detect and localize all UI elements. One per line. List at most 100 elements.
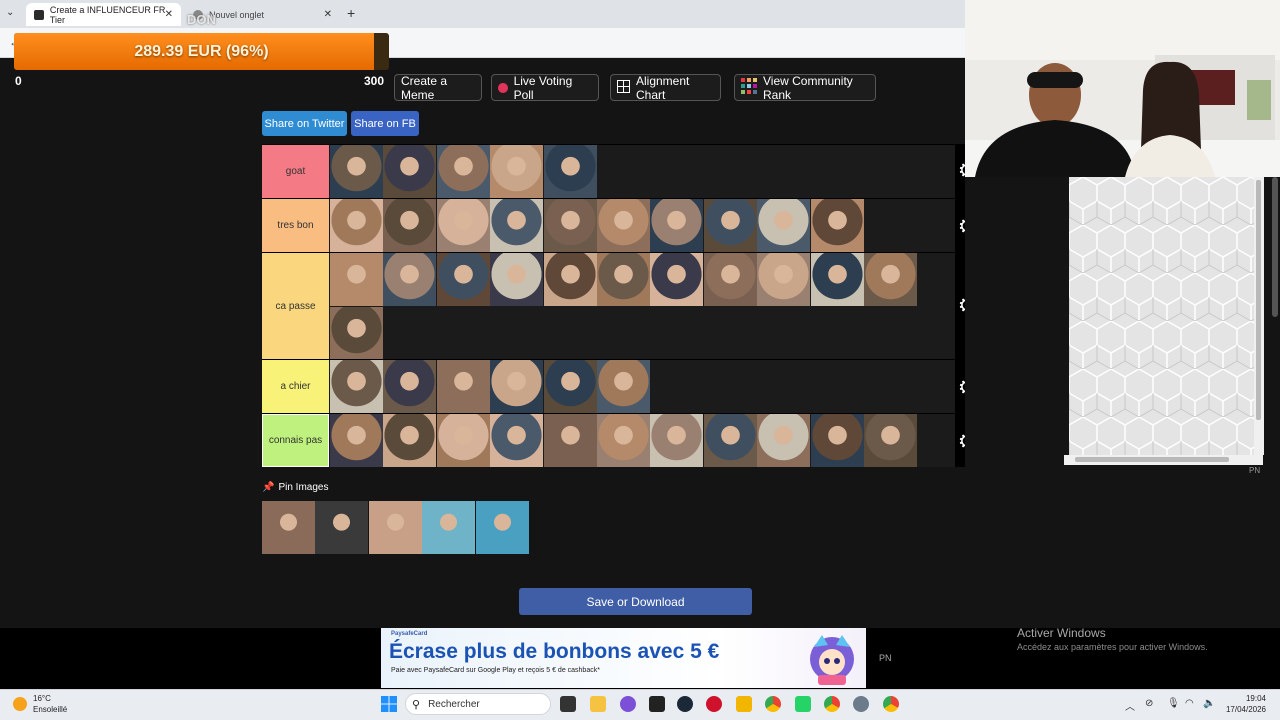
pin-images-label: Pin Images xyxy=(278,482,329,493)
tier-image[interactable] xyxy=(330,199,383,252)
donation-overlay-label: DON xyxy=(187,12,216,27)
tier-image[interactable] xyxy=(703,253,757,306)
settings-gear-app-icon[interactable] xyxy=(853,696,869,712)
tier-image[interactable] xyxy=(490,199,544,252)
tier-image[interactable] xyxy=(383,145,437,198)
tier-image[interactable] xyxy=(383,199,437,252)
tier-image[interactable] xyxy=(757,253,811,306)
tier-image[interactable] xyxy=(330,306,383,360)
tier-image[interactable] xyxy=(383,253,437,306)
tier-image[interactable] xyxy=(543,199,597,252)
tier-image[interactable] xyxy=(330,145,383,198)
tier-image[interactable] xyxy=(330,414,383,467)
weather-condition[interactable]: Ensoleillé xyxy=(33,705,67,714)
tray-chevron-up-icon[interactable]: ︿ xyxy=(1125,698,1135,713)
close-tab-icon[interactable]: ✕ xyxy=(165,9,173,20)
donation-max: 300 xyxy=(364,74,385,88)
tier-image[interactable] xyxy=(810,199,864,252)
tab-list-chevron-icon[interactable]: ⌄ xyxy=(6,7,14,18)
tier-image[interactable] xyxy=(436,360,490,413)
tier-image[interactable] xyxy=(864,253,917,306)
clock-date[interactable]: 17/04/2026 xyxy=(1224,705,1266,714)
tier-image[interactable] xyxy=(436,253,490,306)
tier-image[interactable] xyxy=(703,199,757,252)
sun-weather-icon[interactable] xyxy=(13,697,27,711)
game-launcher-icon[interactable] xyxy=(706,696,722,712)
tier-image[interactable] xyxy=(757,199,811,252)
windows-start-icon[interactable] xyxy=(381,696,397,712)
overlay-pn-label: PN xyxy=(879,653,892,663)
tier-image[interactable] xyxy=(650,253,704,306)
tier-image[interactable] xyxy=(543,253,597,306)
close-tab-icon[interactable]: ✕ xyxy=(324,9,332,20)
tier-image[interactable] xyxy=(490,253,544,306)
tier-image[interactable] xyxy=(597,199,650,252)
tier-image[interactable] xyxy=(597,414,650,467)
tier-image[interactable] xyxy=(650,414,704,467)
tier-image[interactable] xyxy=(703,414,757,467)
discord-icon[interactable] xyxy=(620,696,636,712)
pinned-image[interactable] xyxy=(368,501,422,554)
volume-icon[interactable]: 🔈 xyxy=(1203,698,1215,709)
share-fb-button[interactable]: Share on FB xyxy=(351,111,419,136)
view-community-rank-button[interactable]: View Community Rank xyxy=(734,74,876,102)
pinned-image[interactable] xyxy=(315,501,369,554)
pinned-image[interactable] xyxy=(262,501,315,554)
panel-vertical-scroll-thumb[interactable] xyxy=(1256,180,1261,420)
tier-image[interactable] xyxy=(383,360,437,413)
tier-image[interactable] xyxy=(490,145,544,198)
tier-label-goat[interactable]: goat xyxy=(262,145,329,198)
tier-label-ca-passe[interactable]: ca passe xyxy=(262,253,329,359)
chrome-active-icon[interactable] xyxy=(883,696,899,712)
chrome-icon[interactable] xyxy=(765,696,781,712)
pinned-image[interactable] xyxy=(422,501,476,554)
save-download-button[interactable]: Save or Download xyxy=(519,588,752,615)
weather-temperature[interactable]: 16°C xyxy=(33,694,51,703)
task-view-icon[interactable] xyxy=(560,696,576,712)
pinned-image[interactable] xyxy=(475,501,529,554)
steam-icon[interactable] xyxy=(677,696,693,712)
clock-time[interactable]: 19:04 xyxy=(1224,694,1266,703)
tier-image[interactable] xyxy=(597,360,650,413)
tier-image[interactable] xyxy=(810,253,864,306)
tier-image[interactable] xyxy=(650,199,704,252)
browser-tab-active[interactable]: Create a INFLUENCEUR FR Tier ✕ xyxy=(26,3,181,26)
chrome-profile-icon[interactable] xyxy=(824,696,840,712)
tier-image[interactable] xyxy=(597,253,650,306)
advertisement-banner[interactable]: PaysafeCard Écrase plus de bonbons avec … xyxy=(381,628,866,688)
panel-horizontal-scroll-thumb[interactable] xyxy=(1075,457,1229,462)
tier-image[interactable] xyxy=(543,145,597,198)
tier-image[interactable] xyxy=(330,253,383,306)
file-explorer-icon[interactable] xyxy=(590,696,606,712)
tier-image[interactable] xyxy=(436,414,490,467)
tier-image[interactable] xyxy=(330,360,383,413)
tier-image[interactable] xyxy=(490,360,544,413)
tier-image[interactable] xyxy=(490,414,544,467)
microphone-icon[interactable]: 🎙 xyxy=(1167,698,1180,709)
windows-activation-subtitle: Accédez aux paramètres pour activer Wind… xyxy=(1017,642,1208,652)
taskbar-search-input[interactable]: ⚲ Rechercher xyxy=(405,693,551,715)
windows-taskbar xyxy=(0,689,1280,720)
wifi-icon[interactable]: ◠ xyxy=(1185,698,1194,709)
tier-image[interactable] xyxy=(436,199,490,252)
tier-image[interactable] xyxy=(810,414,864,467)
tier-image[interactable] xyxy=(543,360,597,413)
create-meme-button[interactable]: Create a Meme xyxy=(394,74,482,102)
tier-image[interactable] xyxy=(864,414,917,467)
new-tab-plus-icon[interactable]: + xyxy=(347,5,355,21)
whatsapp-icon[interactable] xyxy=(795,696,811,712)
tier-label-tres-bon[interactable]: tres bon xyxy=(262,199,329,252)
network-off-icon[interactable]: ⊘ xyxy=(1145,698,1153,709)
epic-games-icon[interactable] xyxy=(649,696,665,712)
tier-image[interactable] xyxy=(436,145,490,198)
tier-label-a-chier[interactable]: a chier xyxy=(262,360,329,413)
page-scrollbar-thumb[interactable] xyxy=(1272,177,1278,317)
share-twitter-button[interactable]: Share on Twitter xyxy=(262,111,347,136)
tier-image[interactable] xyxy=(543,414,597,467)
tier-label-connais-pas[interactable]: connais pas xyxy=(262,414,329,467)
alignment-chart-button[interactable]: Alignment Chart xyxy=(610,74,721,102)
app-a-icon[interactable] xyxy=(736,696,752,712)
live-voting-poll-button[interactable]: Live Voting Poll xyxy=(491,74,599,102)
tier-image[interactable] xyxy=(757,414,811,467)
tier-image[interactable] xyxy=(383,414,437,467)
